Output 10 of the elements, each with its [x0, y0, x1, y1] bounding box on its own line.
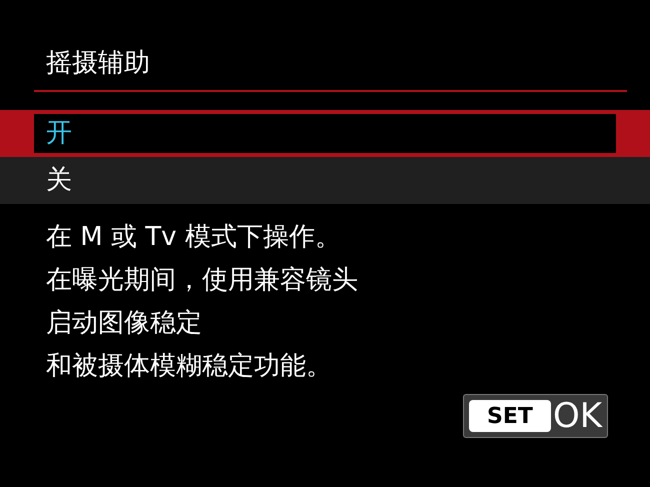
menu-title: 摇摄辅助	[45, 47, 151, 80]
description-text: 和被摄体模糊稳定功能。	[46, 351, 333, 382]
description-text: 在曝光期间，使用兼容镜头	[46, 265, 359, 296]
description-text: 在 M 或 Tv 模式下操作。	[46, 222, 342, 253]
set-key-label: SET	[468, 400, 551, 432]
ok-label: OK	[552, 399, 602, 433]
menu-option[interactable]: 开	[0, 110, 650, 157]
description-text: 启动图像稳定	[46, 308, 203, 339]
set-ok-button[interactable]: SET OK	[462, 394, 608, 438]
menu-option[interactable]: 关	[0, 157, 650, 204]
